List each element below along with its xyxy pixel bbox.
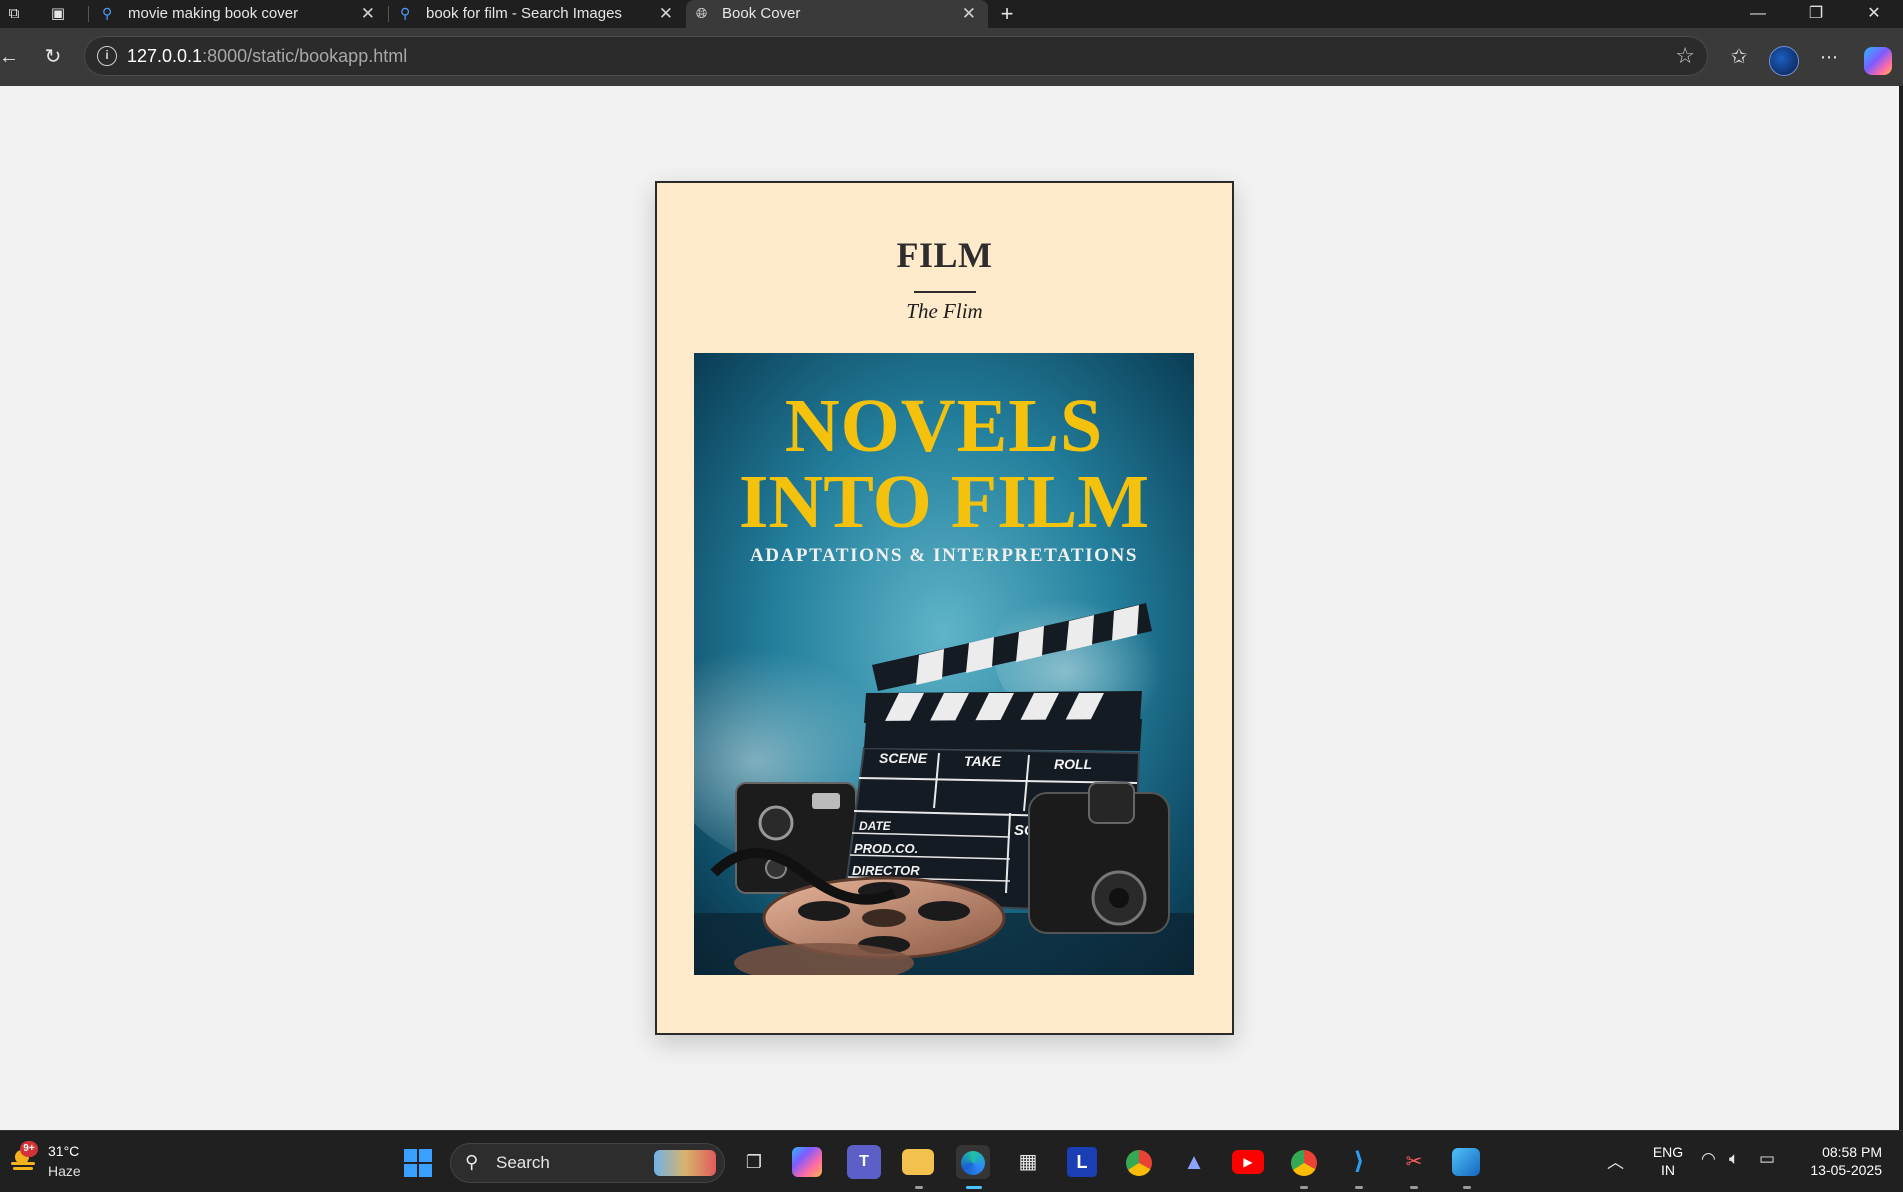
file-explorer-icon[interactable] xyxy=(902,1149,934,1175)
l-app-icon[interactable]: L xyxy=(1067,1147,1097,1177)
url-text[interactable]: 127.0.0.1:8000/static/bookapp.html xyxy=(127,37,407,75)
clapper-date-label: DATE xyxy=(859,819,892,833)
running-indicator xyxy=(915,1186,923,1189)
clock-date: 13-05-2025 xyxy=(1810,1162,1882,1178)
search-icon: ⚲ xyxy=(102,5,113,21)
address-bar[interactable]: i 127.0.0.1:8000/static/bookapp.html ☆ xyxy=(84,36,1708,76)
snipping-tool-icon[interactable]: ✂ xyxy=(1397,1145,1431,1179)
back-arrow-icon[interactable]: ← xyxy=(0,42,24,72)
url-path: :8000/static/bookapp.html xyxy=(202,46,408,66)
start-button[interactable] xyxy=(404,1149,432,1177)
search-icon: ⚲ xyxy=(400,5,411,21)
language-code: ENG xyxy=(1652,1144,1684,1160)
new-tab-button[interactable]: + xyxy=(996,3,1018,25)
active-app-indicator xyxy=(966,1186,982,1189)
globe-icon: 🌐︎ xyxy=(696,5,708,21)
taskbar-search[interactable]: ⚲ Search xyxy=(450,1143,725,1183)
running-indicator xyxy=(1463,1186,1471,1189)
favorites-icon[interactable]: ✩ xyxy=(1724,42,1754,72)
chevron-up-icon[interactable]: ︿ xyxy=(1607,1148,1624,1173)
system-clock[interactable]: 08:58 PM 13-05-2025 xyxy=(1792,1143,1882,1179)
browser-window: ⧉ ▣ ⚲ movie making book cover ✕ ⚲ book f… xyxy=(0,0,1903,1192)
running-indicator xyxy=(1355,1186,1363,1189)
taskbar: 9+ 31°C Haze ⚲ Search ❐ T ▦ L ▲ ▶ ⟩ ✂ ︿ … xyxy=(0,1130,1903,1192)
taskbar-search-label: Search xyxy=(496,1153,550,1172)
cover-tagline: ADAPTATIONS & INTERPRETATIONS xyxy=(749,545,1139,566)
clapper-roll-label: ROLL xyxy=(1054,756,1092,772)
tab-book-for-film[interactable]: ⚲ book for film - Search Images ✕ xyxy=(390,0,685,28)
book-card: FILM The Flim SCENE TAKE ROLL DATE PROD.… xyxy=(655,181,1234,1035)
book-title: FILM xyxy=(896,235,993,275)
close-icon[interactable]: ✕ xyxy=(361,0,375,27)
running-indicator xyxy=(1300,1186,1308,1189)
arc-icon[interactable]: ▲ xyxy=(1177,1145,1211,1179)
workspaces-icon[interactable]: ⧉ xyxy=(3,3,25,25)
browser-toolbar: ← ↻ i 127.0.0.1:8000/static/bookapp.html… xyxy=(0,28,1903,86)
window-edge xyxy=(1899,86,1903,1130)
battery-icon[interactable]: ▭ xyxy=(1759,1149,1775,1169)
vertical-tabs-icon[interactable]: ▣ xyxy=(47,3,69,25)
favorite-star-icon[interactable]: ☆ xyxy=(1675,37,1695,75)
more-menu-icon[interactable]: ⋯ xyxy=(1814,42,1844,72)
clock-time: 08:58 PM xyxy=(1822,1144,1882,1160)
search-icon: ⚲ xyxy=(465,1152,479,1172)
copilot-app-icon[interactable] xyxy=(792,1147,822,1177)
cover-image: SCENE TAKE ROLL DATE SOUND PROD.CO. DIRE… xyxy=(694,353,1194,975)
copilot-icon[interactable] xyxy=(1864,47,1892,75)
clapper-scene-label: SCENE xyxy=(879,750,928,766)
clapper-director-label: DIRECTOR xyxy=(852,863,920,878)
search-highlight-image xyxy=(654,1150,716,1176)
vscode-icon[interactable]: ⟩ xyxy=(1342,1145,1376,1179)
site-info-icon[interactable]: i xyxy=(97,46,117,66)
cover-heading-line1: NOVELS xyxy=(784,384,1104,468)
volume-icon[interactable]: 🔈︎ xyxy=(1729,1149,1739,1169)
wifi-icon[interactable]: ◠ xyxy=(1701,1149,1716,1169)
edge-icon[interactable] xyxy=(956,1145,990,1179)
clapper-take-label: TAKE xyxy=(964,753,1002,769)
teams-icon[interactable]: T xyxy=(847,1145,881,1179)
store-icon[interactable]: ▦ xyxy=(1011,1145,1045,1179)
weather-condition[interactable]: Haze xyxy=(48,1163,81,1179)
close-window-button[interactable]: ✕ xyxy=(1845,0,1903,28)
youtube-icon[interactable]: ▶ xyxy=(1232,1150,1264,1174)
weather-alert-badge: 9+ xyxy=(20,1141,38,1157)
running-indicator xyxy=(1410,1186,1418,1189)
language-indicator[interactable]: ENG IN xyxy=(1650,1143,1686,1179)
close-icon[interactable]: ✕ xyxy=(659,0,673,27)
book-subtitle: The Flim xyxy=(906,299,983,323)
reload-icon[interactable]: ↻ xyxy=(38,42,68,72)
minimize-button[interactable]: — xyxy=(1729,0,1787,28)
tab-title: movie making book cover xyxy=(128,5,299,22)
clapper-prod-label: PROD.CO. xyxy=(854,841,918,856)
weather-temperature[interactable]: 31°C xyxy=(48,1143,79,1159)
profile-avatar[interactable] xyxy=(1769,46,1799,76)
tab-separator xyxy=(88,6,89,22)
restore-button[interactable]: ❐ xyxy=(1787,0,1845,28)
region-code: IN xyxy=(1661,1162,1675,1178)
tab-book-cover[interactable]: 🌐︎ Book Cover ✕ xyxy=(686,0,988,28)
url-host: 127.0.0.1 xyxy=(127,46,203,66)
tab-strip: ⧉ ▣ ⚲ movie making book cover ✕ ⚲ book f… xyxy=(0,0,1903,28)
chrome-icon[interactable] xyxy=(1122,1145,1156,1179)
tab-movie-making[interactable]: ⚲ movie making book cover ✕ xyxy=(92,0,387,28)
page-viewport: FILM The Flim SCENE TAKE ROLL DATE PROD.… xyxy=(0,86,1899,1130)
tab-separator xyxy=(388,6,389,22)
photos-icon[interactable] xyxy=(1452,1148,1480,1176)
tab-title: Book Cover xyxy=(722,5,801,22)
chrome-profile-icon[interactable] xyxy=(1287,1145,1321,1179)
title-divider xyxy=(914,291,976,293)
tab-title: book for film - Search Images xyxy=(426,5,622,22)
close-icon[interactable]: ✕ xyxy=(962,0,976,27)
cover-heading-line2: INTO FILM xyxy=(738,460,1150,544)
task-view-icon[interactable]: ❐ xyxy=(737,1145,771,1179)
